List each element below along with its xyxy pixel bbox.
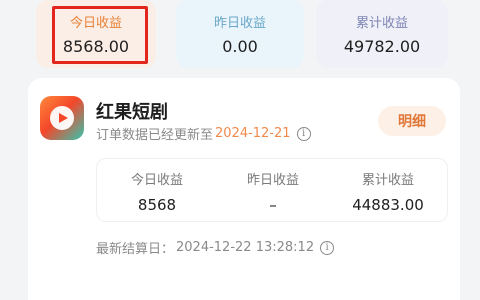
highlight-annotation-box [52, 6, 148, 64]
app-yesterday-value: – [269, 195, 277, 214]
settle-prefix: 最新结算日： [96, 242, 175, 257]
info-icon[interactable]: i [320, 240, 335, 255]
app-total-label: 累计收益 [361, 172, 414, 188]
detail-button[interactable]: 明细 [378, 106, 446, 136]
summary-cards: 今日收益 8568.00 昨日收益 0.00 累计收益 49782.00 [0, 0, 480, 72]
total-earnings-value: 49782.00 [343, 37, 421, 56]
app-yesterday-label: 昨日收益 [246, 172, 299, 188]
app-total-value: 44883.00 [352, 195, 424, 214]
yesterday-earnings-value: 0.00 [222, 37, 258, 56]
app-stats: 今日收益 8568 昨日收益 – 累计收益 44883.00 [96, 158, 448, 222]
update-prefix: 订单数据已经更新至 [96, 128, 214, 143]
app-today-value: 8568 [137, 195, 177, 214]
app-today-earnings: 今日收益 8568 [107, 159, 207, 223]
settlement-info: 最新结算日： 2024-12-22 13:28:12 i [96, 238, 335, 257]
yesterday-earnings-label: 昨日收益 [213, 16, 266, 31]
play-icon [50, 106, 74, 130]
app-title: 红果短剧 [96, 102, 168, 123]
update-status: 订单数据已经更新至 2024-12-21 i [96, 124, 311, 143]
total-earnings-label: 累计收益 [355, 16, 408, 31]
app-yesterday-earnings: 昨日收益 – [223, 159, 323, 223]
total-earnings-card[interactable]: 累计收益 49782.00 [316, 0, 448, 68]
info-icon[interactable]: i [296, 126, 311, 141]
app-today-label: 今日收益 [130, 172, 183, 188]
settle-time: 2024-12-22 13:28:12 [176, 240, 315, 255]
app-logo [40, 96, 84, 140]
yesterday-earnings-card[interactable]: 昨日收益 0.00 [176, 0, 304, 68]
update-date: 2024-12-21 [215, 126, 291, 141]
app-total-earnings: 累计收益 44883.00 [333, 159, 443, 223]
